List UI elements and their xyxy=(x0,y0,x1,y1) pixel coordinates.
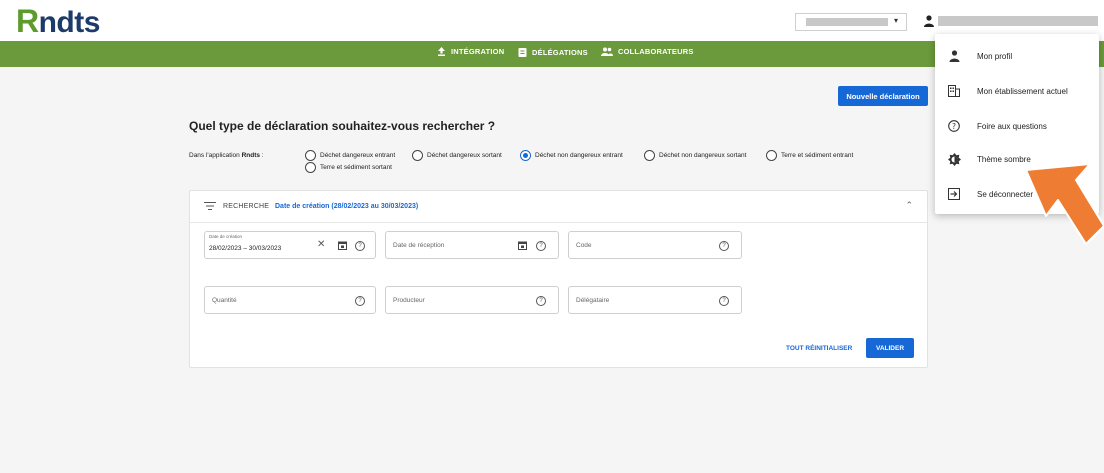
radio-button[interactable] xyxy=(305,162,316,173)
radio-dechet-non-dangereux-entrant[interactable]: Déchet non dangereux entrant xyxy=(520,150,623,161)
person-icon xyxy=(947,49,961,63)
clear-icon[interactable]: ✕ xyxy=(317,239,325,250)
radio-label: Terre et sédiment entrant xyxy=(781,152,854,159)
code-field[interactable]: Code ? xyxy=(568,231,742,259)
menu-item-establishment[interactable]: Mon établissement actuel xyxy=(935,76,1099,106)
field-placeholder: Code xyxy=(576,242,592,249)
field-label: Date de création xyxy=(209,234,243,239)
logout-icon xyxy=(947,187,961,201)
nav-item-delegations[interactable]: DÉLÉGATIONS xyxy=(518,47,588,57)
nav-label: DÉLÉGATIONS xyxy=(532,47,588,57)
radio-label: Déchet dangereux entrant xyxy=(320,152,396,159)
nav-label: INTÉGRATION xyxy=(451,47,505,56)
caret-down-icon: ▾ xyxy=(893,16,898,25)
nav-item-integration[interactable]: INTÉGRATION xyxy=(437,47,504,56)
person-icon xyxy=(924,15,934,27)
help-icon[interactable]: ? xyxy=(355,296,365,306)
search-card-header[interactable]: RECHERCHE Date de création (28/02/2023 a… xyxy=(190,191,927,223)
radio-terre-sediment-entrant[interactable]: Terre et sédiment entrant xyxy=(766,150,853,161)
theme-icon xyxy=(947,152,961,166)
creation-date-field[interactable]: Date de création 28/02/2023 – 30/03/2023… xyxy=(204,231,376,259)
search-card: RECHERCHE Date de création (28/02/2023 a… xyxy=(189,190,928,368)
field-placeholder: Producteur xyxy=(393,297,425,304)
help-icon[interactable]: ? xyxy=(355,241,365,251)
chevron-up-icon[interactable]: ⌃ xyxy=(905,200,913,211)
quantity-field[interactable]: Quantité ? xyxy=(204,286,376,314)
calendar-icon[interactable] xyxy=(338,241,347,250)
new-declaration-button[interactable]: Nouvelle déclaration xyxy=(838,86,928,106)
app-logo[interactable]: Rndts xyxy=(16,4,100,40)
validate-button[interactable]: VALIDER xyxy=(866,338,914,358)
search-summary: Date de création (28/02/2023 au 30/03/20… xyxy=(275,203,419,210)
help-icon[interactable]: ? xyxy=(719,241,729,251)
menu-item-faq[interactable]: ? Foire aux questions xyxy=(935,111,1099,141)
help-icon[interactable]: ? xyxy=(536,241,546,251)
radio-button[interactable] xyxy=(766,150,777,161)
nav-item-collaborateurs[interactable]: COLLABORATEURS xyxy=(601,47,694,56)
page-title: Quel type de déclaration souhaitez-vous … xyxy=(189,119,496,133)
radio-dechet-non-dangereux-sortant[interactable]: Déchet non dangereux sortant xyxy=(644,150,746,161)
reception-date-field[interactable]: Date de réception ? xyxy=(385,231,559,259)
radio-label: Déchet non dangereux entrant xyxy=(535,152,623,159)
menu-item-label: Mon établissement actuel xyxy=(977,86,1068,96)
calendar-icon[interactable] xyxy=(518,241,527,250)
menu-item-profile[interactable]: Mon profil xyxy=(935,41,1099,71)
radio-dechet-dangereux-entrant[interactable]: Déchet dangereux entrant xyxy=(305,150,395,161)
clipboard-icon xyxy=(518,48,527,57)
reset-all-button[interactable]: TOUT RÉINITIALISER xyxy=(786,345,852,352)
menu-item-label: Mon profil xyxy=(977,51,1013,61)
help-icon[interactable]: ? xyxy=(536,296,546,306)
application-label: Dans l'application Rndts : xyxy=(189,152,264,159)
field-placeholder: Quantité xyxy=(212,297,237,304)
establishment-select[interactable]: ▾ xyxy=(795,13,907,31)
delegate-field[interactable]: Délégataire ? xyxy=(568,286,742,314)
radio-button[interactable] xyxy=(305,150,316,161)
filter-icon xyxy=(204,202,216,210)
upload-icon xyxy=(438,47,445,56)
menu-item-label: Foire aux questions xyxy=(977,121,1047,131)
svg-text:?: ? xyxy=(952,122,956,131)
user-menu-button[interactable] xyxy=(922,13,1102,31)
field-placeholder: Délégataire xyxy=(576,297,610,304)
users-icon xyxy=(601,47,613,56)
radio-button[interactable] xyxy=(644,150,655,161)
redacted-establishment xyxy=(806,18,888,26)
pointer-arrow-icon xyxy=(1025,163,1104,245)
radio-dechet-dangereux-sortant[interactable]: Déchet dangereux sortant xyxy=(412,150,502,161)
radio-terre-sediment-sortant[interactable]: Terre et sédiment sortant xyxy=(305,162,392,173)
producer-field[interactable]: Producteur ? xyxy=(385,286,559,314)
radio-label: Déchet dangereux sortant xyxy=(427,152,502,159)
redacted-user-name xyxy=(938,16,1098,26)
field-value: 28/02/2023 – 30/03/2023 xyxy=(209,245,282,252)
help-circle-icon: ? xyxy=(947,119,961,133)
search-title: RECHERCHE xyxy=(223,203,270,210)
radio-label: Terre et sédiment sortant xyxy=(320,164,392,171)
radio-button[interactable] xyxy=(412,150,423,161)
help-icon[interactable]: ? xyxy=(719,296,729,306)
radio-button-checked[interactable] xyxy=(520,150,531,161)
building-icon xyxy=(947,84,961,98)
nav-label: COLLABORATEURS xyxy=(618,47,694,56)
radio-label: Déchet non dangereux sortant xyxy=(659,152,747,159)
field-placeholder: Date de réception xyxy=(393,242,445,249)
